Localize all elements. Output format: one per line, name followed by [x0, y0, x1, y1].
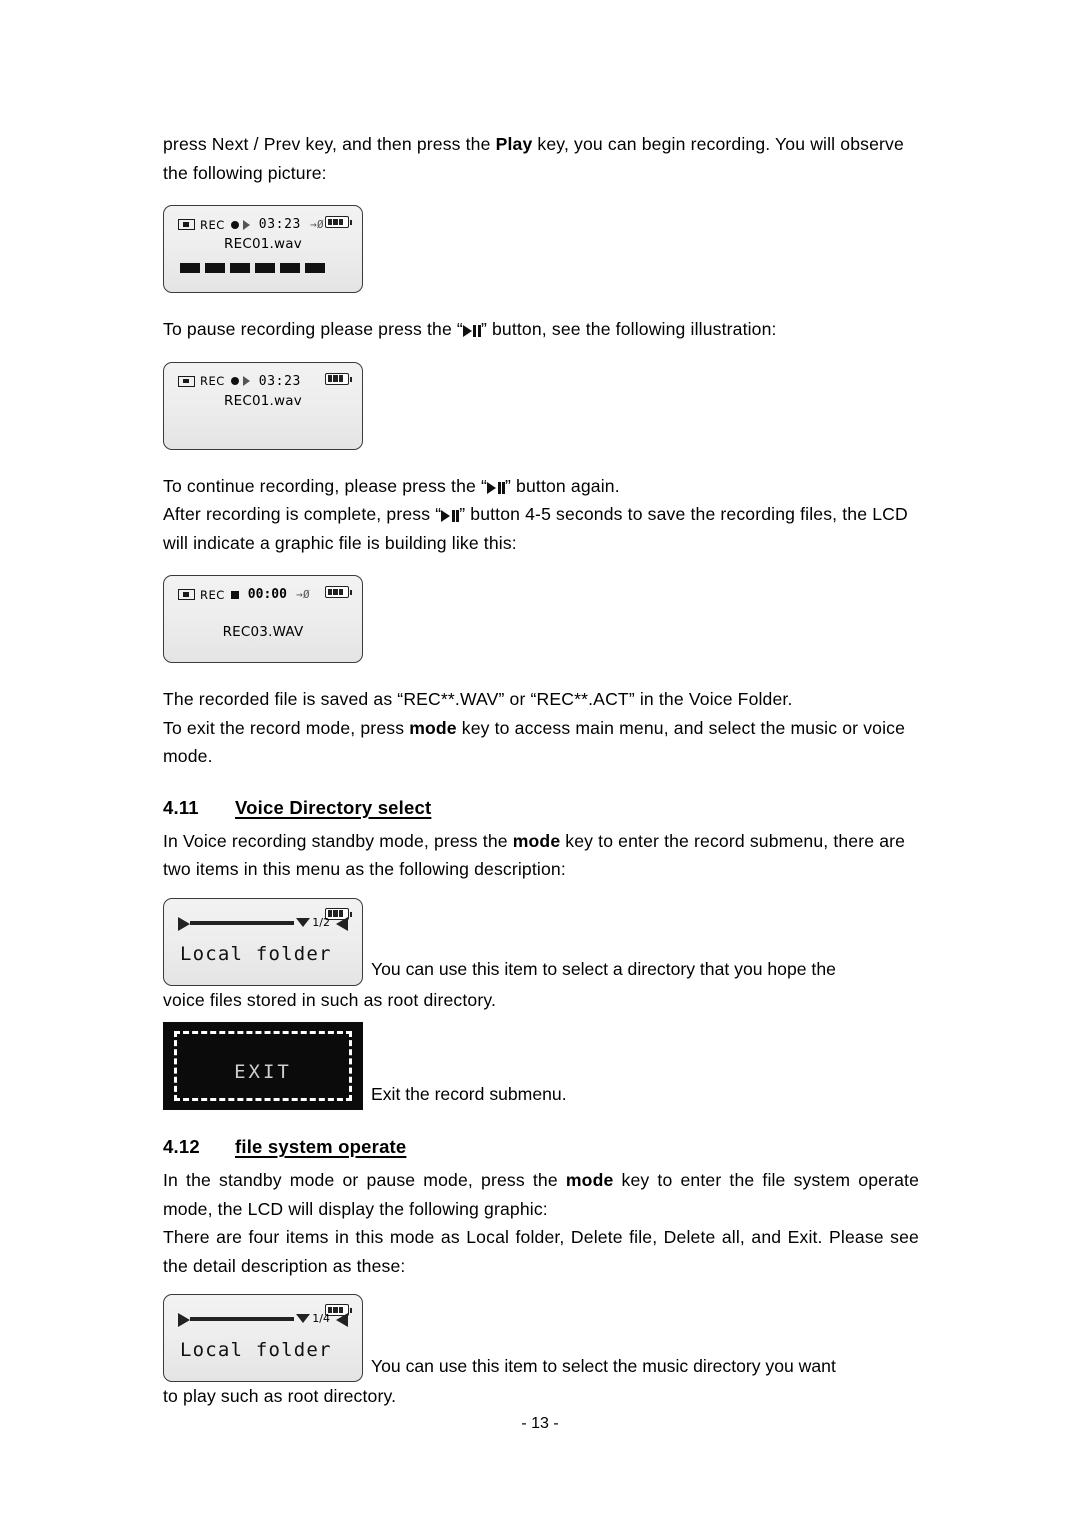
- lcd-menu-label: Local folder: [180, 1339, 332, 1361]
- p10-bold-mode: mode: [565, 1170, 614, 1190]
- heading-4-12: 4.12 file system operate: [163, 1136, 919, 1158]
- lcd-filename: REC01.wav: [224, 236, 302, 252]
- camera-icon: [178, 589, 195, 600]
- heading-title: file system operate: [235, 1136, 407, 1157]
- paragraph-four-items: There are four items in this mode as Loc…: [163, 1223, 919, 1280]
- p6-bold-mode: mode: [409, 717, 457, 738]
- text-after-figure-5: Exit the record submenu.: [371, 1083, 567, 1104]
- figure-row-exit: EXIT Exit the record submenu.: [163, 1022, 919, 1110]
- p11-text: There are four items in this mode as Loc…: [163, 1227, 919, 1276]
- record-time: 03:23: [258, 217, 301, 232]
- lcd-figure-recording: REC 03:23 →Ø REC01.wav: [163, 205, 363, 293]
- record-time: 03:23: [258, 373, 301, 389]
- play-pause-icon: [462, 325, 481, 337]
- camera-icon: [178, 219, 195, 230]
- p4-text-a: After recording is complete, press “: [163, 504, 442, 524]
- lcd-menu-nav: 1/4: [178, 1311, 348, 1327]
- p7-bold-mode: mode: [512, 830, 561, 851]
- p3-text-a: To continue recording, please press the …: [163, 475, 487, 496]
- play-pause-icon: [441, 510, 460, 522]
- record-dot-icon: [230, 377, 239, 385]
- rec-label: REC: [200, 217, 225, 232]
- menu-index: 1/2: [312, 915, 330, 929]
- rec-label: REC: [200, 374, 225, 388]
- battery-icon: [325, 372, 352, 385]
- heading-4-11: 4.11 Voice Directory select: [163, 797, 919, 819]
- heading-title: Voice Directory select: [235, 796, 432, 818]
- p8-cont: voice files stored in such as root direc…: [163, 989, 497, 1010]
- text-after-figure-6: You can use this item to select the musi…: [371, 1355, 836, 1376]
- prev-arrow-icon: [178, 1313, 190, 1327]
- stop-square-icon: [230, 590, 239, 599]
- paragraph-play-root-dir: to play such as root directory.: [163, 1382, 919, 1411]
- down-arrow-icon: [296, 917, 310, 927]
- document-page: press Next / Prev key, and then press th…: [0, 0, 1080, 1528]
- prev-arrow-icon: [178, 916, 190, 931]
- lcd-menu-label: Local folder: [180, 942, 332, 965]
- loop-arrow-text: →Ø: [295, 588, 311, 601]
- paragraph-pause: To pause recording please press the “ ” b…: [163, 315, 919, 344]
- heading-number: 4.12: [163, 1136, 200, 1157]
- p2-text-b: ” button, see the following illustration…: [480, 319, 777, 339]
- next-arrow-icon: [336, 1313, 348, 1327]
- camera-icon: [178, 375, 195, 387]
- figure-row-local-folder-2: 1/4 Local folder You can use this item t…: [163, 1294, 919, 1382]
- paragraph-exit-record: To exit the record mode, press mode key …: [163, 714, 919, 771]
- rec-label: REC: [200, 587, 225, 602]
- battery-icon: [325, 216, 352, 228]
- lcd-figure-exit: EXIT: [163, 1022, 363, 1110]
- heading-number: 4.11: [163, 796, 199, 818]
- battery-icon: [325, 586, 352, 598]
- down-arrow-icon: [296, 1314, 310, 1323]
- text-after-figure-4: You can use this item to select a direct…: [371, 959, 836, 979]
- figure-row-local-folder-1: 1/2 Local folder You can use this item t…: [163, 897, 919, 986]
- lcd-status-row: REC 00:00 →Ø: [178, 587, 310, 602]
- menu-divider: [190, 920, 294, 925]
- page-number: - 13 -: [521, 1415, 559, 1432]
- paragraph-voice-root-dir: voice files stored in such as root direc…: [163, 986, 919, 1015]
- p1-text-a: press Next / Prev key, and then press th…: [163, 134, 496, 154]
- play-triangle-icon: [242, 219, 250, 230]
- lcd-figure-menu-local-folder-voice: 1/2 Local folder: [163, 897, 363, 986]
- lcd-menu-nav: 1/2: [178, 915, 348, 931]
- p7-text-a: In Voice recording standby mode, press t…: [163, 830, 513, 851]
- lcd-filename: REC01.wav: [224, 392, 302, 409]
- menu-index: 1/4: [312, 1312, 330, 1325]
- p2-text-a: To pause recording please press the “: [163, 319, 463, 339]
- next-arrow-icon: [336, 916, 348, 931]
- play-pause-icon: [487, 481, 505, 494]
- p12-cont: to play such as root directory.: [163, 1386, 397, 1406]
- menu-divider: [190, 1317, 294, 1321]
- record-dot-icon: [230, 220, 239, 229]
- p1-bold-play: Play: [495, 134, 533, 154]
- lcd-progress-bars: [180, 263, 325, 273]
- page-content: press Next / Prev key, and then press th…: [163, 130, 919, 1411]
- play-triangle-icon: [242, 376, 250, 386]
- paragraph-file-system: In the standby mode or pause mode, press…: [163, 1166, 919, 1223]
- paragraph-voice-submenu: In Voice recording standby mode, press t…: [163, 827, 919, 884]
- record-time: 00:00: [247, 587, 287, 602]
- paragraph-intro: press Next / Prev key, and then press th…: [163, 130, 919, 187]
- p10-text-a: In the standby mode or pause mode, press…: [163, 1170, 566, 1190]
- paragraph-complete: After recording is complete, press “” bu…: [163, 500, 919, 557]
- paragraph-continue: To continue recording, please press the …: [163, 472, 919, 501]
- lcd-figure-paused: REC 03:23 REC01.wav: [163, 361, 363, 450]
- lcd-figure-menu-local-folder-file: 1/4 Local folder: [163, 1294, 363, 1382]
- lcd-filename: REC03.WAV: [222, 624, 304, 640]
- lcd-figure-saving: REC 00:00 →Ø REC03.WAV: [163, 575, 363, 663]
- p3-text-b: ” button again.: [505, 475, 620, 496]
- paragraph-saved-as: The recorded file is saved as “REC**.WAV…: [163, 685, 919, 714]
- lcd-exit-label: EXIT: [234, 1061, 292, 1083]
- lcd-status-row: REC 03:23 →Ø: [178, 217, 324, 232]
- loop-arrow-text: →Ø: [309, 218, 325, 231]
- p5-text: The recorded file is saved as “REC**.WAV…: [163, 689, 793, 709]
- lcd-status-row: REC 03:23: [178, 374, 301, 389]
- p6-text-a: To exit the record mode, press: [163, 717, 410, 738]
